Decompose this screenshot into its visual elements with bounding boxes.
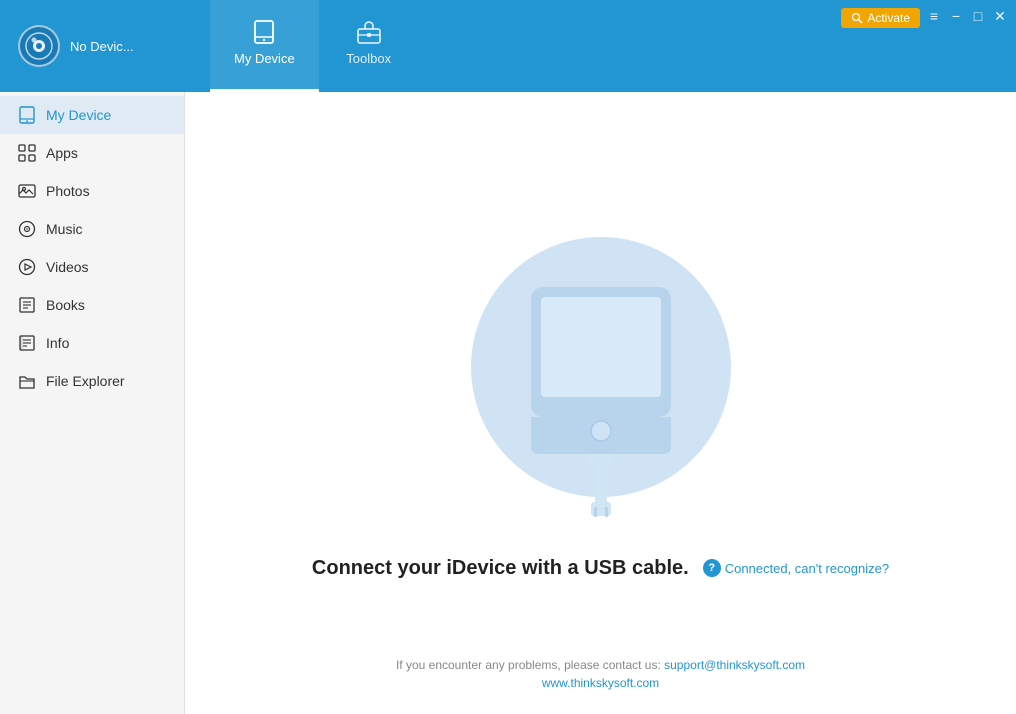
maximize-button[interactable]: □ [970,8,986,24]
tab-my-device[interactable]: My Device [210,0,319,92]
key-icon [851,12,863,24]
main-content: Connect your iDevice with a USB cable. ?… [185,92,1016,714]
sidebar-label-info: Info [46,335,69,351]
apps-sidebar-icon [18,144,36,162]
music-sidebar-icon [18,220,36,238]
activate-button[interactable]: Activate [841,8,920,28]
minimize-button[interactable]: − [948,8,964,24]
tab-toolbox-label: Toolbox [346,51,391,66]
sidebar-item-info[interactable]: Info [0,324,184,362]
menu-button[interactable]: ≡ [926,8,942,24]
sidebar-label-photos: Photos [46,183,90,199]
website-link[interactable]: www.thinkskysoft.com [542,676,659,690]
footer-text: If you encounter any problems, please co… [396,658,664,672]
titlebar: No Devic... My Device Toolbox [0,0,1016,92]
sidebar-label-file-explorer: File Explorer [46,373,125,389]
app-logo [18,25,60,67]
tab-my-device-label: My Device [234,51,295,66]
sidebar-item-apps[interactable]: Apps [0,134,184,172]
info-sidebar-icon [18,334,36,352]
cant-recognize-link[interactable]: ? Connected, can't recognize? [703,559,889,577]
sidebar-label-music: Music [46,221,83,237]
main-layout: My Device Apps Photos [0,92,1016,714]
sidebar-item-books[interactable]: Books [0,286,184,324]
sidebar-item-photos[interactable]: Photos [0,172,184,210]
photos-sidebar-icon [18,182,36,200]
tab-toolbox[interactable]: Toolbox [319,0,419,92]
toolbox-icon [356,19,382,45]
cant-recognize-label: Connected, can't recognize? [725,561,889,576]
my-device-sidebar-icon [18,106,36,124]
device-status: No Devic... [70,39,134,54]
books-sidebar-icon [18,296,36,314]
titlebar-left: No Devic... [0,0,210,92]
file-explorer-sidebar-icon [18,372,36,390]
close-button[interactable]: ✕ [992,8,1008,24]
sidebar-label-books: Books [46,297,85,313]
sidebar-label-my-device: My Device [46,107,111,123]
videos-sidebar-icon [18,258,36,276]
footer: If you encounter any problems, please co… [396,658,805,690]
footer-contact: If you encounter any problems, please co… [396,658,805,672]
cant-recognize-icon: ? [703,559,721,577]
connect-message-row: Connect your iDevice with a USB cable. ?… [312,557,889,580]
nav-tabs: My Device Toolbox [210,0,833,92]
sidebar: My Device Apps Photos [0,92,185,714]
window-controls: Activate ≡ − □ ✕ [833,0,1016,92]
device-illustration [451,227,751,527]
footer-links: www.thinkskysoft.com [396,676,805,690]
sidebar-item-file-explorer[interactable]: File Explorer [0,362,184,400]
support-email-link[interactable]: support@thinkskysoft.com [664,658,805,672]
sidebar-item-music[interactable]: Music [0,210,184,248]
activate-label: Activate [867,11,910,25]
my-device-icon [251,19,277,45]
sidebar-label-apps: Apps [46,145,78,161]
sidebar-item-videos[interactable]: Videos [0,248,184,286]
sidebar-label-videos: Videos [46,259,89,275]
sidebar-item-my-device[interactable]: My Device [0,96,184,134]
connect-message: Connect your iDevice with a USB cable. [312,557,689,580]
